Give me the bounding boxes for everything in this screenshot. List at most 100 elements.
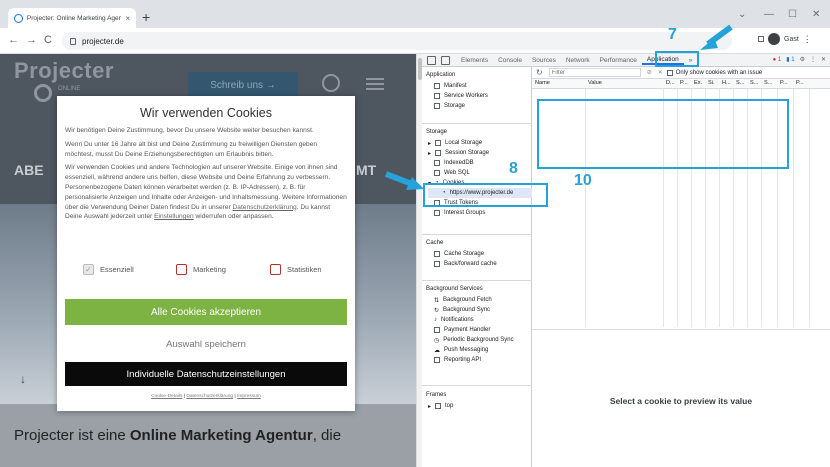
col-partition[interactable]: P... bbox=[780, 80, 788, 86]
expand-arrow-icon[interactable]: ▸ bbox=[428, 140, 431, 147]
sidebar-item-cache-storage[interactable]: Cache Storage bbox=[434, 249, 532, 259]
browser-menu-icon[interactable]: ⋮ bbox=[803, 34, 812, 45]
tab-console[interactable]: Console bbox=[493, 57, 527, 64]
privacy-policy-link[interactable]: Datenschutzerklärung bbox=[233, 204, 297, 211]
col-path[interactable]: P... bbox=[680, 80, 688, 86]
col-expires[interactable]: Ex. bbox=[694, 80, 702, 86]
card-icon bbox=[434, 327, 440, 333]
inspect-element-icon[interactable] bbox=[427, 55, 436, 65]
column-divider bbox=[793, 89, 794, 327]
col-priority[interactable]: P... bbox=[796, 80, 804, 86]
sidebar-item-manifest[interactable]: Manifest bbox=[434, 81, 532, 91]
expand-arrow-icon[interactable]: ▸ bbox=[428, 150, 431, 157]
sidebar-item-payment-handler[interactable]: Payment Handler bbox=[434, 325, 532, 335]
sidebar-item-interest-groups[interactable]: Interest Groups bbox=[428, 208, 532, 218]
tab-elements[interactable]: Elements bbox=[456, 57, 493, 64]
option-statistics[interactable]: Statistiken bbox=[270, 264, 322, 275]
scroll-down-icon[interactable]: ↓ bbox=[20, 372, 26, 386]
profile-avatar-icon[interactable] bbox=[768, 33, 780, 45]
devtools-close-icon[interactable]: ✕ bbox=[821, 56, 826, 63]
col-samesite[interactable]: S... bbox=[750, 80, 758, 86]
browser-tab[interactable]: Projecter: Online Marketing Agentur × bbox=[8, 8, 136, 28]
individual-privacy-settings-button[interactable]: Individuelle Datenschutzeinstellungen bbox=[65, 362, 347, 386]
only-issue-label: Only show cookies with an issue bbox=[675, 69, 763, 76]
tab-performance[interactable]: Performance bbox=[595, 57, 642, 64]
contact-cta-button[interactable]: Schreib uns → bbox=[188, 72, 298, 98]
intro-pre: Projecter ist eine bbox=[14, 427, 130, 444]
back-button[interactable]: ← bbox=[8, 34, 19, 46]
col-value[interactable]: Value bbox=[588, 80, 602, 86]
imprint-link[interactable]: Impressum bbox=[237, 394, 261, 399]
col-sameparty[interactable]: S... bbox=[764, 80, 772, 86]
url-text: projecter.de bbox=[82, 36, 124, 46]
new-tab-button[interactable]: + bbox=[142, 10, 150, 24]
sidebar-item-background-fetch[interactable]: ⇅ Background Fetch bbox=[434, 295, 532, 305]
cookie-text-p1: Wir benötigen Deine Zustimmung, bevor Du… bbox=[65, 127, 314, 134]
intro-post: , die bbox=[312, 427, 342, 444]
col-domain[interactable]: D... bbox=[666, 80, 675, 86]
page-intro-text: Projecter ist eine Online Marketing Agen… bbox=[14, 426, 414, 446]
essential-checkbox[interactable]: ✓ bbox=[83, 264, 94, 275]
clock-icon: ◷ bbox=[434, 337, 440, 344]
accept-all-cookies-button[interactable]: Alle Cookies akzeptieren bbox=[65, 299, 347, 325]
footer-privacy-link[interactable]: Datenschutzerklärung bbox=[186, 394, 233, 399]
sidepanel-icon[interactable] bbox=[758, 36, 764, 42]
sidebar-item-storage[interactable]: Storage bbox=[434, 101, 532, 111]
settings-link[interactable]: Einstellungen bbox=[154, 213, 194, 220]
hero-heading-left: ABE bbox=[14, 162, 44, 178]
devtools-menu-icon[interactable]: ⋮ bbox=[810, 56, 816, 63]
devtools-settings-icon[interactable]: ⚙ bbox=[800, 56, 805, 63]
forward-button[interactable]: → bbox=[26, 34, 37, 46]
reload-button[interactable]: C bbox=[44, 34, 52, 46]
minimize-button[interactable]: — bbox=[764, 9, 774, 20]
gear-icon bbox=[434, 93, 440, 99]
sidebar-label: top bbox=[445, 403, 454, 409]
close-window-button[interactable]: ✕ bbox=[812, 9, 820, 20]
sidebar-label: Back/forward cache bbox=[444, 261, 497, 267]
sidebar-item-background-sync[interactable]: ↻ Background Sync bbox=[434, 305, 532, 315]
sidebar-item-notifications[interactable]: ♪ Notifications bbox=[434, 315, 532, 325]
refresh-icon[interactable]: ↻ bbox=[536, 68, 543, 77]
option-marketing[interactable]: Marketing bbox=[176, 264, 226, 275]
error-count-badge[interactable]: ● 1 bbox=[773, 57, 782, 63]
sidebar-item-local-storage[interactable]: ▸ Local Storage bbox=[428, 138, 532, 148]
sidebar-item-back-forward-cache[interactable]: Back/forward cache bbox=[434, 259, 532, 269]
message-count-badge[interactable]: ▮ 1 bbox=[786, 56, 794, 63]
sidebar-item-frame-top[interactable]: ▸ top bbox=[428, 401, 532, 411]
expand-arrow-icon[interactable]: ▸ bbox=[428, 403, 431, 410]
marketing-checkbox[interactable] bbox=[176, 264, 187, 275]
cookie-filter-input[interactable] bbox=[548, 68, 641, 77]
hamburger-menu-icon[interactable] bbox=[366, 78, 384, 90]
tab-close-icon[interactable]: × bbox=[125, 14, 130, 23]
sidebar-item-reporting-api[interactable]: Reporting API bbox=[434, 355, 532, 365]
only-issue-checkbox[interactable] bbox=[666, 69, 673, 76]
col-size[interactable]: Si. bbox=[708, 80, 715, 86]
sidebar-label: Push Messaging bbox=[444, 347, 489, 353]
website-viewport: Projecter ONLINE Schreib uns → ABE MT ↓ … bbox=[0, 54, 416, 467]
tab-sources[interactable]: Sources bbox=[527, 57, 561, 64]
col-secure[interactable]: S... bbox=[736, 80, 744, 86]
sidebar-item-service-workers[interactable]: Service Workers bbox=[434, 91, 532, 101]
projecter-favicon-icon bbox=[14, 13, 23, 23]
sidebar-label: Local Storage bbox=[445, 140, 483, 146]
profile-label[interactable]: Gast bbox=[784, 36, 799, 43]
clear-filtered-icon[interactable]: ⊘ bbox=[647, 69, 652, 76]
device-toolbar-icon[interactable] bbox=[441, 55, 450, 65]
save-selection-button[interactable]: Auswahl speichern bbox=[65, 333, 347, 355]
site-logo[interactable]: Projecter bbox=[14, 58, 114, 84]
sidebar-item-push-messaging[interactable]: ☁ Push Messaging bbox=[434, 345, 532, 355]
option-essential[interactable]: ✓ Essenziell bbox=[83, 264, 134, 275]
col-name[interactable]: Name bbox=[535, 80, 550, 86]
statistics-checkbox[interactable] bbox=[270, 264, 281, 275]
sidebar-label: Web SQL bbox=[444, 170, 470, 176]
maximize-button[interactable]: ☐ bbox=[788, 9, 797, 20]
cookie-details-link[interactable]: Cookie-Details bbox=[151, 394, 182, 399]
sidebar-item-session-storage[interactable]: ▸ Session Storage bbox=[428, 148, 532, 158]
sidebar-item-periodic-sync[interactable]: ◷ Periodic Background Sync bbox=[434, 335, 532, 345]
site-search-icon[interactable] bbox=[322, 74, 340, 92]
address-bar[interactable]: projecter.de bbox=[62, 32, 732, 50]
delete-icon[interactable]: ✕ bbox=[658, 69, 663, 76]
col-httponly[interactable]: H... bbox=[722, 80, 731, 86]
tab-network[interactable]: Network bbox=[561, 57, 595, 64]
tab-search-icon[interactable]: ⌄ bbox=[738, 9, 746, 20]
